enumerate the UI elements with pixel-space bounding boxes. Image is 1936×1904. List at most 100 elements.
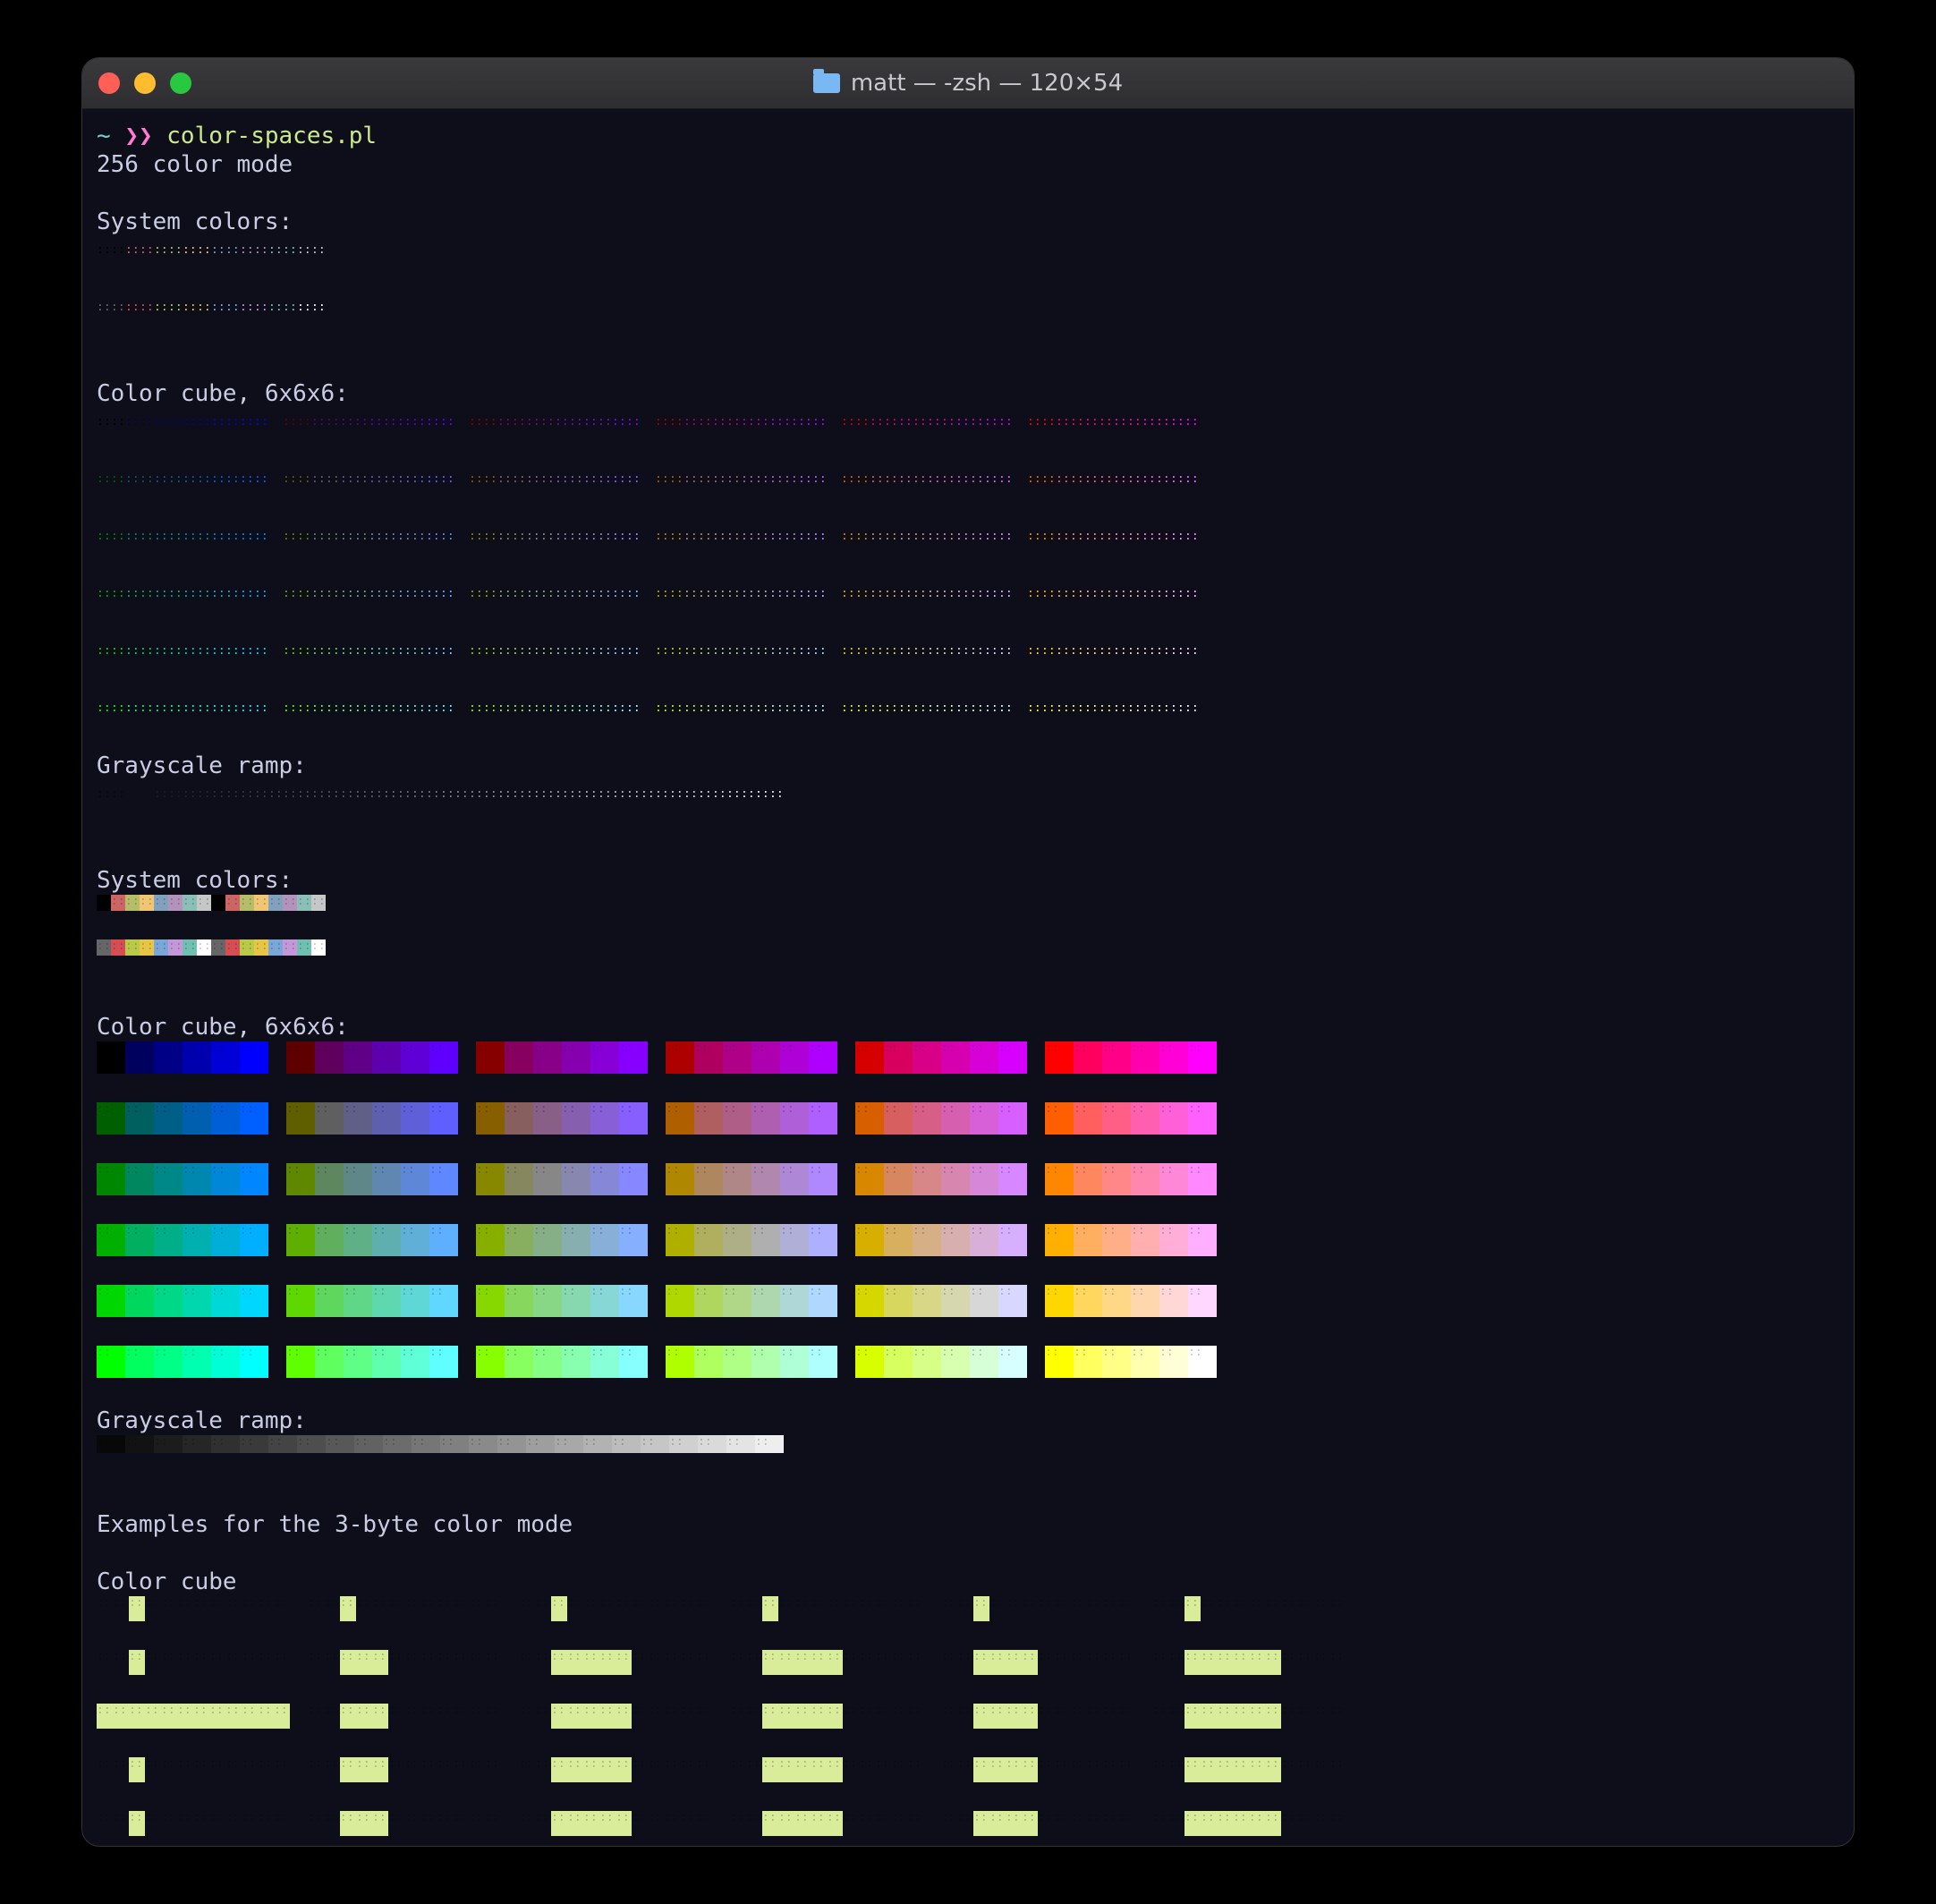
color-swatch [469, 580, 483, 608]
color-swatch [973, 1704, 989, 1729]
color-swatch [1056, 637, 1070, 666]
color-swatch [694, 1285, 723, 1317]
color-swatch [1188, 1102, 1217, 1135]
color-swatch [437, 1704, 453, 1729]
color-swatch [1329, 1757, 1346, 1782]
color-swatch [324, 1757, 340, 1782]
color-swatch [1201, 1757, 1217, 1782]
zoom-button[interactable] [170, 72, 191, 94]
color-swatch [485, 1596, 501, 1621]
color-swatch [998, 1102, 1027, 1135]
color-swatch [426, 694, 440, 723]
color-swatch [741, 523, 755, 551]
color-swatch [540, 637, 555, 666]
color-swatch [177, 1757, 193, 1782]
color-swatch [533, 1285, 562, 1317]
color-swatch [533, 1102, 562, 1135]
color-swatch [1297, 1811, 1313, 1836]
color-swatch [197, 465, 211, 494]
color-swatch [855, 580, 870, 608]
color-swatch [497, 465, 512, 494]
color-swatch [297, 895, 311, 911]
section-label: System colors: [97, 867, 293, 894]
color-swatch [1233, 1811, 1249, 1836]
color-swatch [1159, 1041, 1188, 1074]
color-swatch [97, 780, 111, 809]
color-swatch [1074, 1041, 1102, 1074]
color-swatch [268, 293, 283, 322]
color-swatch [778, 1811, 794, 1836]
color-swatch [497, 408, 512, 437]
color-swatch [483, 780, 497, 809]
color-swatch [841, 694, 855, 723]
window-title: matt — -zsh — 120×54 [82, 70, 1854, 97]
color-swatch [125, 523, 140, 551]
color-swatch [755, 523, 769, 551]
title-bar[interactable]: matt — -zsh — 120×54 [82, 58, 1854, 109]
color-swatch [154, 293, 168, 322]
color-swatch [397, 637, 412, 666]
color-swatch [420, 1757, 437, 1782]
color-swatch [812, 580, 827, 608]
color-swatch [340, 780, 354, 809]
color-swatch [941, 1596, 957, 1621]
color-swatch [1102, 1704, 1118, 1729]
color-swatch [125, 1041, 154, 1074]
color-swatch [161, 1757, 177, 1782]
color-swatch [225, 523, 240, 551]
color-swatch [784, 408, 798, 437]
color-swatch [680, 1596, 696, 1621]
color-swatch [1070, 1650, 1086, 1675]
color-swatch [694, 1041, 723, 1074]
color-swatch [567, 1650, 583, 1675]
color-swatch [97, 637, 111, 666]
color-swatch [841, 523, 855, 551]
color-swatch [111, 780, 125, 809]
color-swatch [388, 1811, 404, 1836]
color-swatch [855, 1163, 884, 1195]
color-swatch [1099, 637, 1113, 666]
color-swatch [372, 1285, 401, 1317]
color-swatch [698, 523, 712, 551]
color-swatch [315, 1163, 344, 1195]
color-swatch [140, 465, 154, 494]
color-swatch [762, 1650, 778, 1675]
color-swatch [397, 780, 412, 809]
color-swatch [984, 694, 998, 723]
color-swatch [555, 465, 569, 494]
color-swatch [154, 780, 168, 809]
color-swatch [626, 637, 641, 666]
color-swatch [655, 780, 669, 809]
color-swatch [957, 1757, 973, 1782]
color-swatch [590, 1346, 619, 1378]
color-swatch [354, 1435, 383, 1453]
color-swatch [111, 694, 125, 723]
color-swatch [183, 637, 197, 666]
color-swatch [145, 1704, 161, 1729]
color-swatch [113, 1596, 129, 1621]
color-swatch [125, 694, 140, 723]
color-swatch [1131, 1224, 1159, 1256]
color-swatch [535, 1757, 551, 1782]
color-swatch [1217, 1650, 1233, 1675]
color-swatch [784, 580, 798, 608]
color-swatch [841, 465, 855, 494]
color-swatch [197, 939, 211, 956]
terminal-viewport[interactable]: ~ ❯❯ color-spaces.pl 256 color mode Syst… [82, 109, 1854, 1847]
color-swatch [843, 1757, 859, 1782]
color-swatch [998, 580, 1013, 608]
color-swatch [372, 1163, 401, 1195]
close-button[interactable] [98, 72, 120, 94]
color-swatch [1329, 1704, 1346, 1729]
color-swatch [344, 1102, 372, 1135]
color-swatch [723, 1163, 751, 1195]
minimize-button[interactable] [134, 72, 156, 94]
color-swatch [741, 637, 755, 666]
color-swatch [843, 1811, 859, 1836]
color-swatch [778, 1704, 794, 1729]
color-swatch [1086, 1650, 1102, 1675]
color-swatch [97, 895, 111, 911]
color-swatch [485, 1757, 501, 1782]
color-swatch [254, 780, 268, 809]
color-swatch [535, 1811, 551, 1836]
